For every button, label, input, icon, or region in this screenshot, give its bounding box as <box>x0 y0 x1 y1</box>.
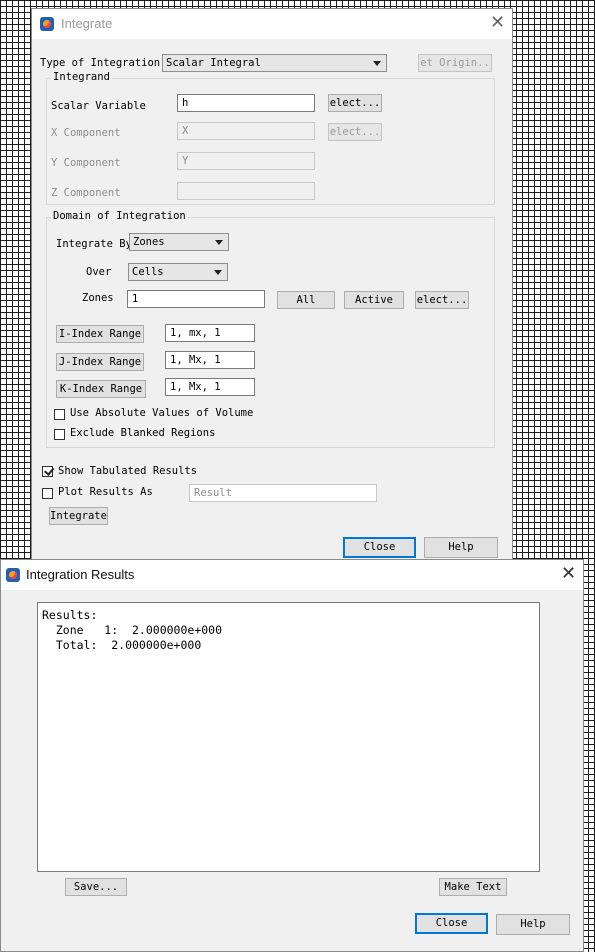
exclude-blanked-checkbox[interactable] <box>54 429 65 440</box>
y-component-input[interactable]: Y <box>177 152 315 170</box>
app-icon <box>6 568 20 582</box>
plot-results-checkbox[interactable] <box>42 488 53 499</box>
integrate-dialog: Integrate ✕ Type of Integration Scalar I… <box>31 8 513 568</box>
k-index-range-button[interactable]: K-Index Range <box>56 380 146 398</box>
results-text-area[interactable]: Results: Zone 1: 2.000000e+000 Total: 2.… <box>37 602 540 872</box>
scalar-variable-select-button[interactable]: elect... <box>328 94 382 112</box>
scalar-variable-input[interactable]: h <box>177 94 315 112</box>
j-index-range-button[interactable]: J-Index Range <box>56 353 144 371</box>
exclude-blanked-label: Exclude Blanked Regions <box>70 427 216 439</box>
zones-label: Zones <box>82 292 114 304</box>
results-line: Zone 1: 2.000000e+000 <box>42 623 223 637</box>
results-dialog: Integration Results ✕ Results: Zone 1: 2… <box>0 559 584 952</box>
zones-all-button[interactable]: All <box>277 291 335 309</box>
absolute-values-label: Use Absolute Values of Volume <box>70 407 254 419</box>
over-label: Over <box>86 266 112 278</box>
chevron-down-icon <box>215 240 223 245</box>
j-index-range-input[interactable]: 1, Mx, 1 <box>165 351 255 369</box>
integrate-button[interactable]: Integrate <box>49 507 108 525</box>
app-icon <box>40 17 54 31</box>
chevron-down-icon <box>214 270 222 275</box>
z-component-label: Z Component <box>51 187 121 199</box>
integrate-close-button[interactable]: Close <box>343 537 416 558</box>
plot-results-input[interactable]: Result <box>189 484 377 502</box>
make-text-button[interactable]: Make Text <box>439 878 507 896</box>
set-origin-button[interactable]: et Origin.. <box>418 54 492 72</box>
show-tabulated-checkbox[interactable] <box>42 465 55 477</box>
integrate-by-value: Zones <box>133 236 165 248</box>
results-line: Results: <box>42 608 98 622</box>
close-icon[interactable]: ✕ <box>490 14 505 32</box>
show-tabulated-label: Show Tabulated Results <box>58 465 198 477</box>
zones-input[interactable]: 1 <box>127 290 265 308</box>
scalar-variable-label: Scalar Variable <box>51 100 146 112</box>
integrate-title: Integrate <box>61 16 113 31</box>
z-component-input[interactable] <box>177 182 315 200</box>
save-button[interactable]: Save... <box>65 878 127 896</box>
domain-group-title: Domain of Integration <box>51 210 188 222</box>
integrand-group-title: Integrand <box>51 71 112 83</box>
results-title: Integration Results <box>26 567 135 582</box>
x-component-label: X Component <box>51 127 121 139</box>
zones-active-button[interactable]: Active <box>344 291 404 309</box>
type-of-integration-label: Type of Integration <box>40 57 161 69</box>
integrate-help-button[interactable]: Help <box>424 537 498 558</box>
integrate-by-label: Integrate By <box>56 238 132 250</box>
k-index-range-input[interactable]: 1, Mx, 1 <box>165 378 255 396</box>
results-help-button[interactable]: Help <box>496 914 570 935</box>
i-index-range-button[interactable]: I-Index Range <box>56 325 144 343</box>
i-index-range-input[interactable]: 1, mx, 1 <box>165 324 255 342</box>
results-line: Total: 2.000000e+000 <box>42 638 202 652</box>
checkmark-icon <box>44 465 55 476</box>
plot-results-label: Plot Results As <box>58 486 153 498</box>
over-value: Cells <box>132 266 164 278</box>
integrate-by-select[interactable]: Zones <box>129 233 229 251</box>
zones-select-button[interactable]: elect... <box>415 291 469 309</box>
absolute-values-checkbox[interactable] <box>54 409 65 420</box>
results-titlebar[interactable]: Integration Results ✕ <box>1 560 583 590</box>
type-of-integration-select[interactable]: Scalar Integral <box>162 54 387 72</box>
integrate-titlebar[interactable]: Integrate ✕ <box>32 9 512 39</box>
results-close-button[interactable]: Close <box>415 913 488 934</box>
type-of-integration-value: Scalar Integral <box>166 57 261 69</box>
chevron-down-icon <box>373 61 381 66</box>
close-icon[interactable]: ✕ <box>561 565 576 583</box>
x-component-select-button[interactable]: elect... <box>328 123 382 141</box>
over-select[interactable]: Cells <box>128 263 228 281</box>
y-component-label: Y Component <box>51 157 121 169</box>
x-component-input[interactable]: X <box>177 122 315 140</box>
